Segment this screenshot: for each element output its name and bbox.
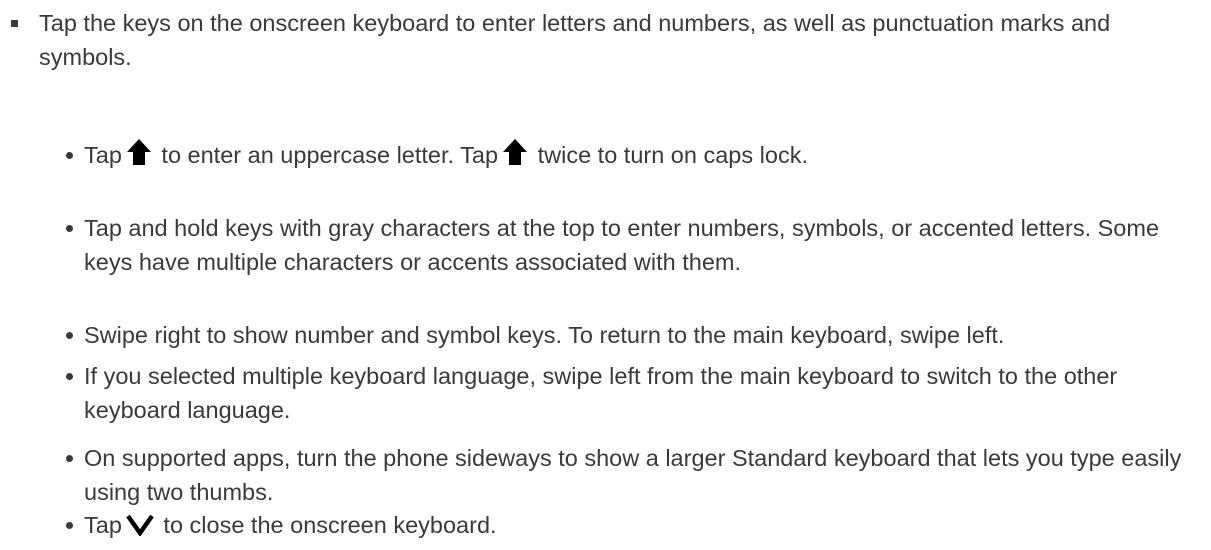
sub-list-item-language: If you selected multiple keyboard langua… <box>0 359 1190 427</box>
dot-bullet <box>66 522 73 529</box>
sub-item-text: Tap to close the onscreen keyboard. <box>84 508 1190 545</box>
sub-item-text-part: Tap <box>84 512 122 538</box>
main-list-item: Tap the keys on the onscreen keyboard to… <box>0 6 1190 74</box>
dot-bullet <box>66 332 73 339</box>
sub-item-text: Swipe right to show number and symbol ke… <box>84 322 1005 348</box>
shift-up-arrow-icon <box>502 138 528 175</box>
main-item-text: Tap the keys on the onscreen keyboard to… <box>39 10 1111 70</box>
sub-item-text: Tap and hold keys with gray characters a… <box>84 215 1160 275</box>
square-bullet <box>11 20 18 27</box>
shift-up-arrow-icon <box>126 138 152 175</box>
sub-item-text-part: twice to turn on caps lock. <box>531 142 808 168</box>
sub-item-text-part: to enter an uppercase letter. Tap <box>154 142 499 168</box>
document-page: Tap the keys on the onscreen keyboard to… <box>0 0 1211 550</box>
sub-list-item-hold-keys: Tap and hold keys with gray characters a… <box>0 211 1190 279</box>
dot-bullet <box>66 373 73 380</box>
sub-list-item-close: Tap to close the onscreen keyboard. <box>0 508 1190 545</box>
sub-item-text: If you selected multiple keyboard langua… <box>84 363 1118 423</box>
sub-item-text-part: Tap <box>84 142 122 168</box>
sub-list-item-sideways: On supported apps, turn the phone sidewa… <box>0 441 1190 509</box>
sub-item-text-part: to close the onscreen keyboard. <box>156 512 497 538</box>
dot-bullet <box>66 152 73 159</box>
sub-item-text: Tap to enter an uppercase letter. Tap tw… <box>84 138 1190 175</box>
sub-list-item-swipe-right: Swipe right to show number and symbol ke… <box>0 318 1190 352</box>
sub-item-text: On supported apps, turn the phone sidewa… <box>84 445 1182 505</box>
dot-bullet <box>66 225 73 232</box>
chevron-down-icon <box>126 511 154 545</box>
dot-bullet <box>66 455 73 462</box>
sub-list-item-shift: Tap to enter an uppercase letter. Tap tw… <box>0 138 1190 175</box>
